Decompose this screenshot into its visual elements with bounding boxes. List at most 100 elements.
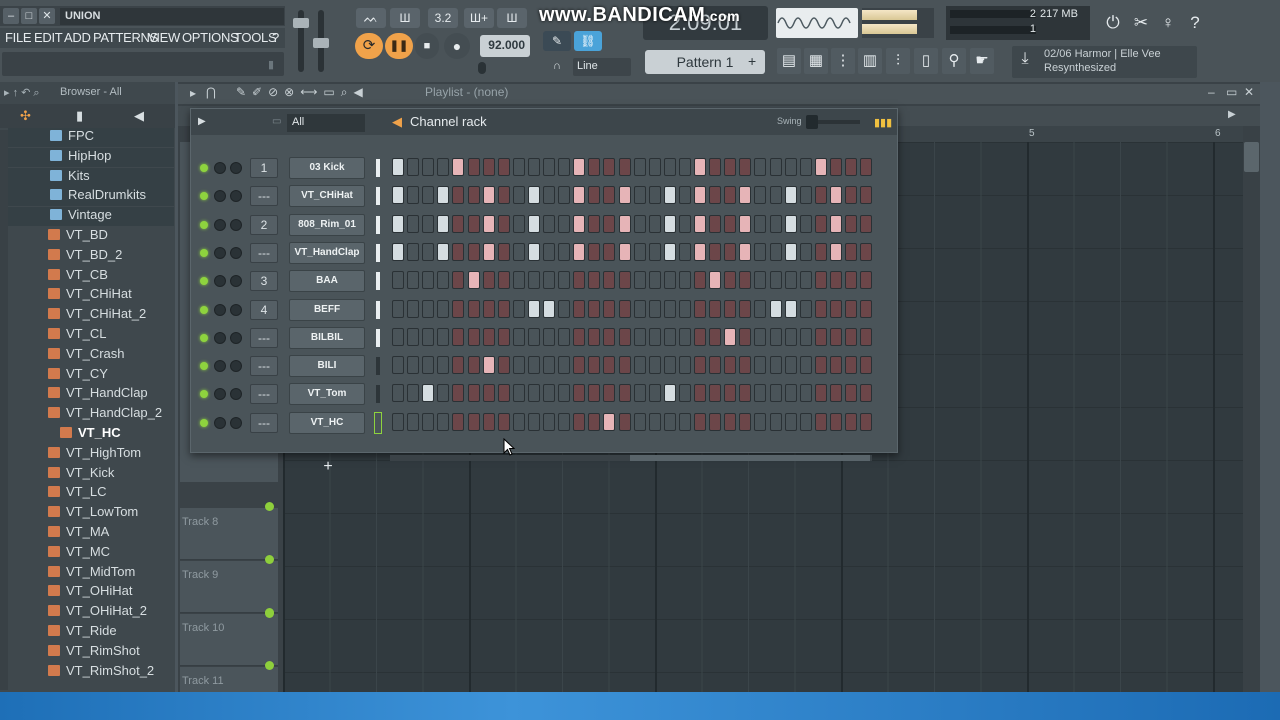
step-button[interactable] xyxy=(422,158,435,176)
step-button[interactable] xyxy=(527,412,540,431)
step-button[interactable] xyxy=(482,271,495,290)
step-button[interactable] xyxy=(709,214,722,233)
playlist-scroll-right-icon[interactable]: ▶ xyxy=(1228,106,1242,124)
step-button[interactable] xyxy=(694,299,706,318)
step-button[interactable] xyxy=(588,186,601,205)
channel-select-indicator[interactable] xyxy=(376,159,380,177)
step-button[interactable] xyxy=(588,327,601,346)
step-button[interactable] xyxy=(769,384,782,403)
step-button[interactable] xyxy=(497,412,510,431)
step-button[interactable] xyxy=(573,214,586,233)
step-button[interactable] xyxy=(694,158,706,176)
step-button[interactable] xyxy=(422,356,435,375)
step-button[interactable] xyxy=(678,412,691,431)
step-button[interactable] xyxy=(845,242,857,261)
track-header[interactable]: Track 10 xyxy=(180,608,278,666)
track-header[interactable]: Track 9 xyxy=(180,555,278,613)
step-button[interactable] xyxy=(709,384,722,403)
step-button[interactable] xyxy=(799,299,812,318)
step-button[interactable] xyxy=(452,327,465,346)
close-button[interactable]: ✕ xyxy=(39,8,55,24)
playlist-menu-icon[interactable]: ▸ xyxy=(190,86,196,100)
step-button[interactable] xyxy=(663,356,676,375)
step-button[interactable] xyxy=(633,384,646,403)
step-button[interactable] xyxy=(678,299,691,318)
step-button[interactable] xyxy=(799,327,812,346)
step-button[interactable] xyxy=(754,412,767,431)
step-button[interactable] xyxy=(452,242,465,261)
step-button[interactable] xyxy=(814,384,827,403)
step-button[interactable] xyxy=(437,327,450,346)
step-button[interactable] xyxy=(482,158,495,176)
step-button[interactable] xyxy=(678,327,691,346)
step-button[interactable] xyxy=(543,186,555,205)
channel-mute-led[interactable] xyxy=(200,305,208,314)
step-button[interactable] xyxy=(663,186,676,205)
step-button[interactable] xyxy=(799,412,812,431)
step-button[interactable] xyxy=(694,186,706,205)
step-button[interactable] xyxy=(603,158,616,176)
step-button[interactable] xyxy=(482,242,495,261)
channel-name-button[interactable]: VT_CHiHat xyxy=(289,185,365,208)
step-button[interactable] xyxy=(845,384,857,403)
step-button[interactable] xyxy=(573,242,586,261)
browser-item[interactable]: Vintage xyxy=(8,207,174,227)
browser-item[interactable]: VT_Kick xyxy=(48,465,174,484)
step-button[interactable] xyxy=(769,356,782,375)
step-button[interactable] xyxy=(769,242,782,261)
step-button[interactable] xyxy=(482,356,495,375)
step-button[interactable] xyxy=(603,356,616,375)
step-button[interactable] xyxy=(603,271,616,290)
step-button[interactable] xyxy=(588,412,601,431)
step-button[interactable] xyxy=(543,412,555,431)
menu-options[interactable]: OPTIONS xyxy=(182,30,239,46)
step-button[interactable] xyxy=(814,271,827,290)
step-button[interactable] xyxy=(724,299,737,318)
step-button[interactable] xyxy=(588,158,601,176)
step-button[interactable] xyxy=(709,327,722,346)
step-button[interactable] xyxy=(407,242,420,261)
pencil-icon[interactable]: ✎ xyxy=(543,31,571,51)
step-button[interactable] xyxy=(845,214,857,233)
step-button[interactable] xyxy=(829,327,842,346)
browser-item[interactable]: VT_OHiHat xyxy=(48,583,174,602)
step-button[interactable] xyxy=(543,242,555,261)
step-button[interactable] xyxy=(799,271,812,290)
menu-add[interactable]: ADD xyxy=(64,30,91,46)
step-button[interactable] xyxy=(467,356,480,375)
step-button[interactable] xyxy=(739,271,752,290)
channel-name-button[interactable]: BAA xyxy=(289,270,365,293)
step-button[interactable] xyxy=(814,242,827,261)
step-button[interactable] xyxy=(678,271,691,290)
step-button[interactable] xyxy=(467,299,480,318)
main-pitch-knob[interactable] xyxy=(478,62,486,74)
step-button[interactable] xyxy=(437,384,450,403)
browser-item[interactable]: VT_RimShot_2 xyxy=(48,663,174,682)
record-button[interactable]: ● xyxy=(444,33,470,59)
step-button[interactable] xyxy=(618,186,631,205)
browser-item[interactable]: VT_CL xyxy=(48,326,174,345)
step-button[interactable] xyxy=(633,242,646,261)
step-button[interactable] xyxy=(558,327,571,346)
step-button[interactable] xyxy=(784,242,797,261)
step-button[interactable] xyxy=(543,271,555,290)
step-button[interactable] xyxy=(633,158,646,176)
step-button[interactable] xyxy=(648,356,661,375)
step-button[interactable] xyxy=(694,327,706,346)
step-edit-icon[interactable]: Ш+ xyxy=(464,8,494,28)
step-button[interactable] xyxy=(467,242,480,261)
step-button[interactable] xyxy=(573,327,586,346)
step-button[interactable] xyxy=(603,327,616,346)
step-button[interactable] xyxy=(724,186,737,205)
step-button[interactable] xyxy=(845,327,857,346)
step-button[interactable] xyxy=(814,158,827,176)
channel-filter-select[interactable]: All xyxy=(287,114,365,132)
step-button[interactable] xyxy=(754,356,767,375)
step-button[interactable] xyxy=(392,214,404,233)
step-button[interactable] xyxy=(860,384,873,403)
playlist-vertical-scrollbar[interactable] xyxy=(1243,126,1260,692)
step-button[interactable] xyxy=(845,299,857,318)
master-pitch-handle[interactable] xyxy=(313,38,329,48)
step-button[interactable] xyxy=(845,158,857,176)
step-button[interactable] xyxy=(845,186,857,205)
